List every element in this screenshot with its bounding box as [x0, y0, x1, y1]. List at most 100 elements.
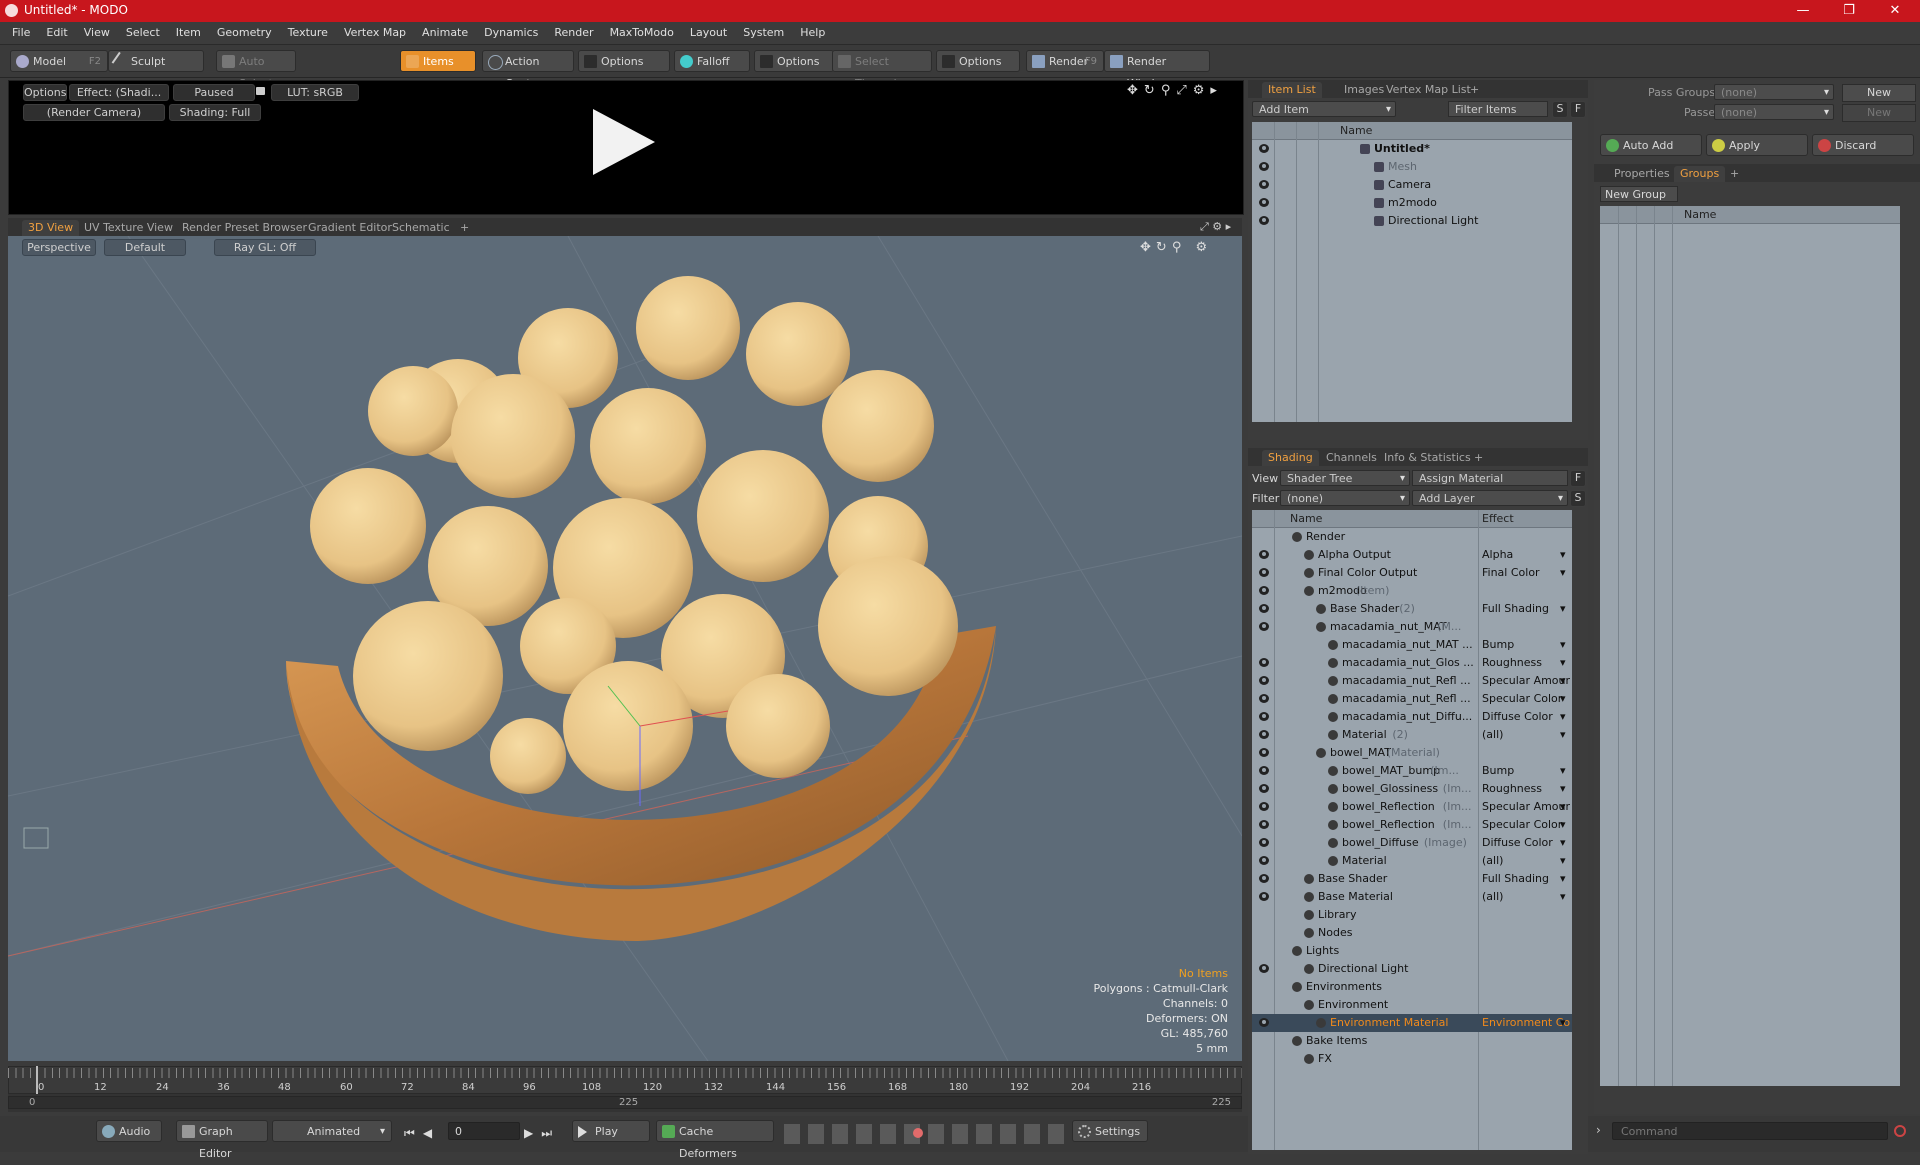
filter-items-input[interactable]: Filter Items: [1448, 101, 1548, 117]
chevron-down-icon[interactable]: ▾: [1560, 654, 1566, 672]
render-window-button[interactable]: Render Window: [1104, 50, 1210, 90]
effect-dropdown[interactable]: Full Shading: [1482, 600, 1570, 618]
maximize-icon[interactable]: ⤢: [1176, 83, 1192, 98]
filter-toggle[interactable]: F: [1570, 101, 1586, 118]
range-bar[interactable]: 0 225 225: [8, 1096, 1242, 1109]
tab-shading[interactable]: Shading: [1262, 450, 1319, 466]
select-through-button[interactable]: Select Through: [832, 50, 932, 90]
effect-dropdown[interactable]: Effect: (Shadi...: [69, 84, 169, 101]
shader-row[interactable]: macadamia_nut_Glos ... Roughness ▾: [1252, 654, 1572, 672]
close-button[interactable]: ✕: [1872, 0, 1918, 22]
chevron-down-icon[interactable]: ▾: [1560, 600, 1566, 618]
effect-dropdown[interactable]: Roughness: [1482, 780, 1570, 798]
item-row[interactable]: Untitled*: [1252, 140, 1572, 158]
chevron-down-icon[interactable]: ▾: [1560, 870, 1566, 888]
eye-icon[interactable]: [1259, 180, 1269, 189]
raygl-dropdown[interactable]: Ray GL: Off: [214, 239, 316, 256]
menu-render[interactable]: Render: [546, 22, 601, 44]
menu-item[interactable]: Item: [168, 22, 209, 44]
eye-icon[interactable]: [1259, 144, 1269, 153]
effect-dropdown[interactable]: Diffuse Color: [1482, 834, 1570, 852]
command-expand-icon[interactable]: ›: [1596, 1117, 1609, 1143]
eye-icon[interactable]: [1259, 550, 1269, 559]
restore-button[interactable]: ❐: [1826, 0, 1872, 22]
eye-icon[interactable]: [1259, 658, 1269, 667]
eye-icon[interactable]: [1259, 586, 1269, 595]
tab-3d-view[interactable]: 3D View: [22, 220, 80, 236]
chevron-down-icon[interactable]: ▾: [1560, 726, 1566, 744]
sculpt-button[interactable]: Sculpt: [108, 50, 204, 72]
lut-dropdown[interactable]: LUT: sRGB: [271, 84, 359, 101]
eye-icon[interactable]: [1259, 622, 1269, 631]
effect-dropdown[interactable]: Full Shading: [1482, 870, 1570, 888]
shader-row[interactable]: bowel_Glossiness (Im... Roughness ▾: [1252, 780, 1572, 798]
effect-dropdown[interactable]: Specular Amount: [1482, 672, 1570, 690]
tab-render-preset-browser[interactable]: Render Preset Browser: [176, 220, 313, 236]
item-row[interactable]: Directional Light: [1252, 212, 1572, 230]
play-render-icon[interactable]: [593, 109, 655, 175]
item-row[interactable]: m2modo: [1252, 194, 1572, 212]
chevron-down-icon[interactable]: ▾: [1560, 1014, 1566, 1032]
cache-deformers-button[interactable]: Cache Deformers: [656, 1120, 774, 1160]
eye-icon[interactable]: [1259, 568, 1269, 577]
shader-row[interactable]: Final Color Output Final Color ▾: [1252, 564, 1572, 582]
effect-dropdown[interactable]: Alpha: [1482, 546, 1570, 564]
new-pass-button[interactable]: New: [1842, 104, 1916, 122]
command-input[interactable]: Command: [1612, 1122, 1888, 1140]
shader-row[interactable]: bowel_MAT_bump (Im... Bump ▾: [1252, 762, 1572, 780]
effect-dropdown[interactable]: Roughness: [1482, 654, 1570, 672]
tab-groups[interactable]: Groups: [1674, 166, 1726, 182]
shader-row[interactable]: macadamia_nut_Refl ... Specular Amount ▾: [1252, 672, 1572, 690]
add-tab-icon[interactable]: +: [1464, 82, 1485, 98]
eye-icon[interactable]: [1259, 1018, 1269, 1027]
effect-dropdown[interactable]: Specular Color: [1482, 690, 1570, 708]
menu-help[interactable]: Help: [792, 22, 833, 44]
animated-dropdown[interactable]: Animated ▾: [272, 1120, 392, 1142]
shader-row[interactable]: Render: [1252, 528, 1572, 546]
effect-dropdown[interactable]: Diffuse Color: [1482, 708, 1570, 726]
menu-edit[interactable]: Edit: [38, 22, 75, 44]
shader-row[interactable]: bowel_Reflection (Im... Specular Amount ▾: [1252, 798, 1572, 816]
paused-toggle[interactable]: Paused: [173, 84, 255, 101]
perspective-dropdown[interactable]: Perspective: [22, 239, 96, 256]
shader-row[interactable]: Material (all) ▾: [1252, 852, 1572, 870]
eye-icon[interactable]: [1259, 604, 1269, 613]
shader-row[interactable]: Material (2) (all) ▾: [1252, 726, 1572, 744]
render-camera-dropdown[interactable]: (Render Camera): [23, 104, 165, 121]
audio-button[interactable]: Audio: [96, 1120, 162, 1142]
menu-dynamics[interactable]: Dynamics: [476, 22, 546, 44]
add-layer-dropdown[interactable]: Add Layer: [1412, 490, 1568, 507]
select-through-options-button[interactable]: Options: [936, 50, 1020, 72]
shader-row[interactable]: Lights: [1252, 942, 1572, 960]
eye-icon[interactable]: [1259, 838, 1269, 847]
effect-dropdown[interactable]: (all): [1482, 726, 1570, 744]
viewport-panel-controls[interactable]: ⤢ ⚙ ▸: [1200, 220, 1231, 234]
add-tab-icon[interactable]: +: [1468, 450, 1489, 466]
shader-row[interactable]: bowel_MAT (Material): [1252, 744, 1572, 762]
zoom-icon[interactable]: ⚲: [1161, 83, 1177, 98]
minimize-button[interactable]: —: [1780, 0, 1826, 22]
effect-dropdown[interactable]: Bump: [1482, 636, 1570, 654]
lock-icon[interactable]: [256, 87, 265, 95]
menu-maxtomodo[interactable]: MaxToModo: [602, 22, 682, 44]
item-row[interactable]: Mesh: [1252, 158, 1572, 176]
f-toggle[interactable]: F: [1570, 470, 1586, 487]
eye-icon[interactable]: [1259, 712, 1269, 721]
model-button[interactable]: Model F2: [10, 50, 108, 72]
falloff-button[interactable]: Falloff: [674, 50, 750, 72]
chevron-down-icon[interactable]: ▾: [1560, 690, 1566, 708]
add-tab-icon[interactable]: +: [1724, 166, 1745, 182]
auto-add-button[interactable]: Auto Add: [1600, 134, 1702, 156]
timeline[interactable]: 0 12 24 36 48 60 72 84 96 108 120 132 14…: [8, 1066, 1242, 1112]
tab-uv-texture-view[interactable]: UV Texture View: [78, 220, 179, 236]
filter-dropdown[interactable]: (none): [1280, 490, 1410, 507]
chevron-down-icon[interactable]: ▾: [1560, 816, 1566, 834]
shader-row[interactable]: bowel_Diffuse (Image) Diffuse Color ▾: [1252, 834, 1572, 852]
menu-file[interactable]: File: [4, 22, 38, 44]
items-mode-button[interactable]: Items: [400, 50, 476, 72]
tab-channels[interactable]: Channels: [1320, 450, 1383, 466]
gear-icon[interactable]: ⚙: [1193, 83, 1211, 98]
shader-row[interactable]: Library: [1252, 906, 1572, 924]
menu-select[interactable]: Select: [118, 22, 168, 44]
shader-row[interactable]: Base Shader (2) Full Shading ▾: [1252, 600, 1572, 618]
